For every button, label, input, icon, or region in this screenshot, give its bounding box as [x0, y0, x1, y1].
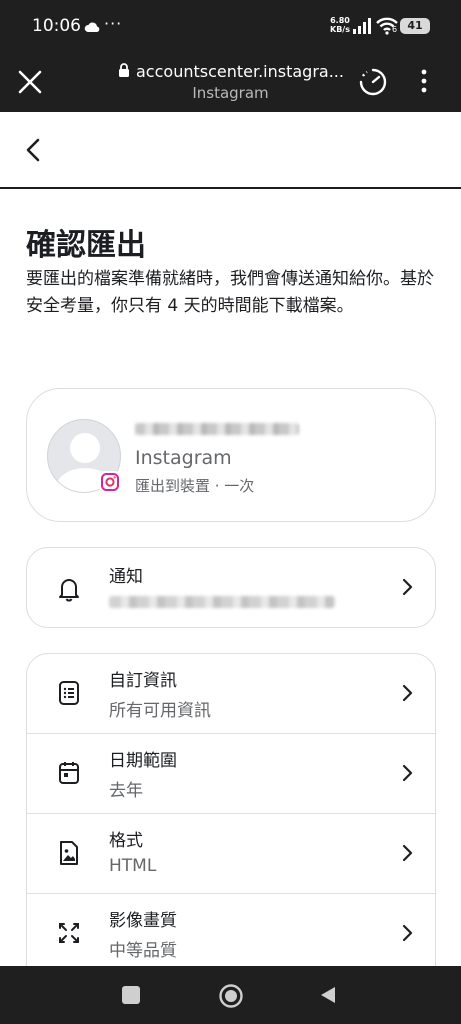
setting-row-custom-info[interactable]: 自訂資訊 所有可用資訊: [27, 654, 435, 734]
bell-icon: [57, 576, 81, 606]
list-document-icon: [57, 680, 81, 710]
browser-toolbar: accountscenter.instagra... Instagram: [0, 52, 461, 112]
page-header: [0, 112, 461, 189]
site-name: Instagram: [192, 84, 269, 102]
setting-value: HTML: [109, 856, 157, 876]
wifi-label: 6: [392, 25, 398, 34]
wifi-icon: 6: [376, 17, 398, 39]
setting-row-date-range[interactable]: 日期範圍 去年: [27, 734, 435, 814]
chevron-right-icon: [401, 844, 413, 866]
chevron-right-icon: [401, 764, 413, 786]
chevron-right-icon: [401, 924, 413, 946]
cloud-icon: [84, 18, 100, 37]
setting-value: 所有可用資訊: [109, 701, 211, 721]
image-file-icon: [57, 840, 81, 870]
calendar-icon: [57, 760, 81, 790]
back-arrow-icon[interactable]: [22, 137, 46, 167]
chevron-right-icon: [401, 578, 413, 600]
setting-title: 自訂資訊: [109, 671, 177, 691]
recent-apps-icon[interactable]: [122, 986, 140, 1004]
setting-value: 去年: [109, 781, 143, 801]
address-bar[interactable]: accountscenter.instagra...: [118, 62, 343, 81]
status-bar: 10:06 ··· 6.80 KB/s 6 41: [0, 0, 461, 52]
speedometer-icon[interactable]: [358, 67, 388, 101]
back-icon[interactable]: [318, 985, 338, 1009]
network-speed-unit: KB/s: [330, 25, 350, 34]
battery-icon: 41: [400, 18, 430, 34]
home-icon[interactable]: [218, 983, 244, 1013]
profile-app-name: Instagram: [135, 447, 232, 469]
setting-value: 中等品質: [109, 941, 177, 961]
account-name-redacted: [135, 423, 299, 435]
page-description: 要匯出的檔案準備就緒時，我們會傳送通知給你。基於安全考量，你只有 4 天的時間能…: [26, 269, 434, 316]
notification-title: 通知: [109, 567, 143, 587]
notification-setting[interactable]: 通知: [26, 547, 436, 628]
export-settings-card: 自訂資訊 所有可用資訊 日期範圍 去年 格式 HTML 影像畫質 中等品質: [26, 653, 436, 969]
profile-card: Instagram 匯出到裝置 · 一次: [26, 388, 436, 522]
lock-icon: [118, 62, 130, 81]
setting-row-image-quality[interactable]: 影像畫質 中等品質: [27, 894, 435, 968]
export-destination: 匯出到裝置 · 一次: [135, 477, 255, 495]
setting-title: 日期範圍: [109, 751, 177, 771]
expand-arrows-icon: [57, 920, 81, 950]
chevron-right-icon: [401, 684, 413, 706]
url-text: accountscenter.instagra...: [136, 62, 343, 81]
notification-email-redacted: [109, 596, 335, 608]
page-title: 確認匯出: [26, 228, 146, 263]
system-navigation-bar: [0, 966, 461, 1024]
network-speed: 6.80 KB/s: [330, 16, 350, 34]
more-options-icon[interactable]: [420, 68, 428, 98]
status-time: 10:06: [32, 16, 81, 36]
network-speed-value: 6.80: [330, 16, 350, 25]
setting-row-format[interactable]: 格式 HTML: [27, 814, 435, 894]
more-notifications-icon: ···: [104, 14, 123, 33]
close-icon[interactable]: [16, 68, 44, 96]
instagram-logo-icon: [99, 471, 121, 493]
signal-icon: [352, 18, 372, 38]
setting-title: 格式: [109, 831, 143, 851]
setting-title: 影像畫質: [109, 911, 177, 931]
